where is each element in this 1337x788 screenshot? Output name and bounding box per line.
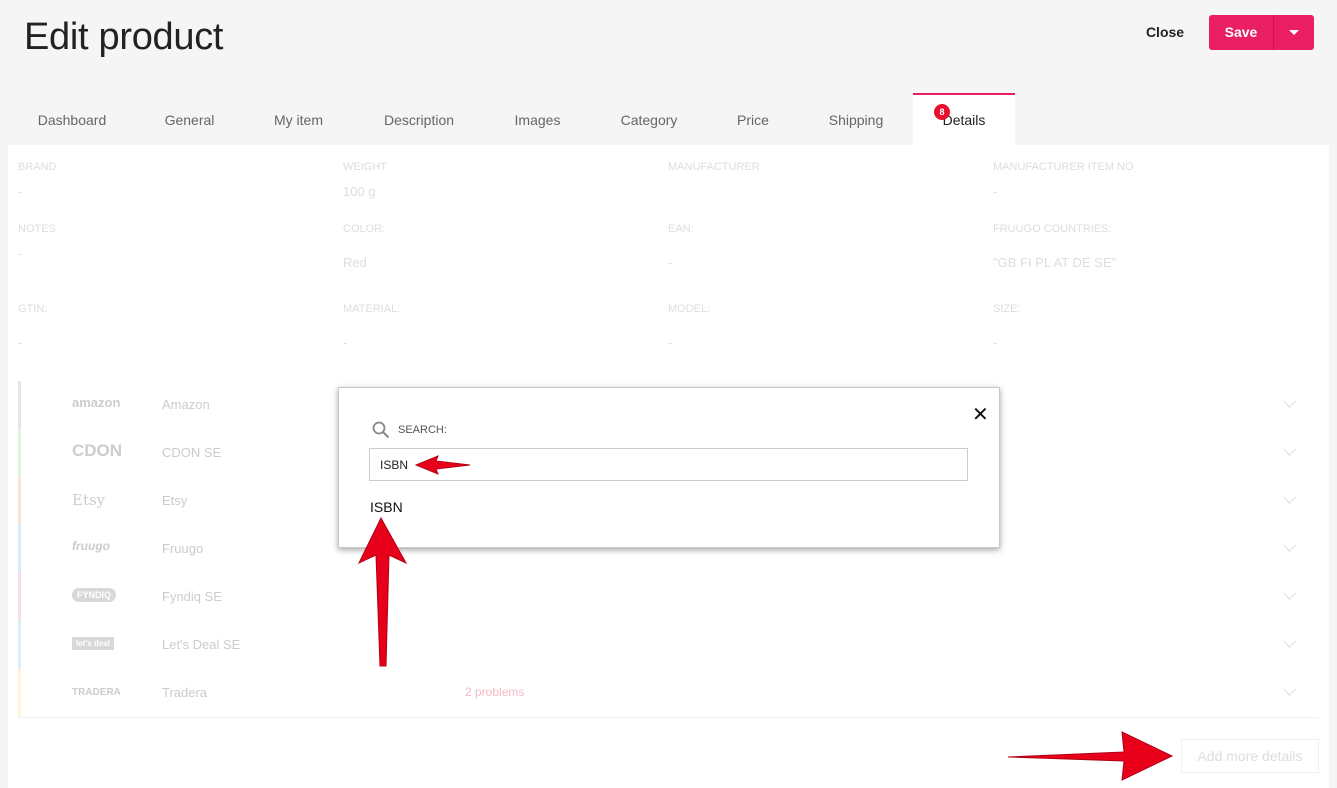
- chevron-down-icon[interactable]: [1283, 683, 1296, 696]
- status-bar: [18, 525, 21, 573]
- field-label: FRUUGO COUNTRIES:: [993, 223, 1112, 235]
- field-weight: WEIGHT 100 g: [343, 161, 643, 199]
- field-label: MANUFACTURER ITEM NO: [993, 161, 1134, 173]
- field-fruugo-countries: FRUUGO COUNTRIES: "GB FI PL AT DE SE": [993, 223, 1293, 270]
- search-icon: [372, 421, 390, 439]
- marketplace-row-tradera[interactable]: TRADERA Tradera 2 problems: [18, 669, 1318, 717]
- letsdeal-logo: let's deal: [72, 637, 114, 650]
- field-label: MODEL:: [668, 303, 711, 315]
- status-bar: [18, 477, 21, 525]
- field-notes: NOTES -: [18, 223, 318, 261]
- close-button[interactable]: Close: [1130, 18, 1200, 46]
- chevron-down-icon[interactable]: [1283, 539, 1296, 552]
- field-value: -: [18, 184, 23, 199]
- close-icon[interactable]: ✕: [972, 405, 989, 425]
- problems-link[interactable]: 2 problems: [465, 685, 524, 699]
- tab-general[interactable]: General: [136, 93, 243, 145]
- search-result-item[interactable]: ISBN: [370, 499, 403, 515]
- field-value: "GB FI PL AT DE SE": [993, 255, 1117, 270]
- field-size: SIZE: -: [993, 303, 1293, 350]
- field-value: -: [668, 335, 673, 350]
- save-button[interactable]: Save: [1209, 15, 1273, 50]
- search-label: SEARCH:: [398, 424, 447, 436]
- field-value: -: [993, 335, 998, 350]
- field-label: COLOR:: [343, 223, 386, 235]
- field-model: MODEL: -: [668, 303, 968, 350]
- field-label: NOTES: [18, 223, 56, 235]
- tab-category[interactable]: Category: [591, 93, 707, 145]
- field-manufacturer-item-no: MANUFACTURER ITEM NO -: [993, 161, 1293, 199]
- status-bar: [18, 621, 21, 669]
- marketplace-name: Let's Deal SE: [162, 637, 241, 652]
- marketplace-name: Etsy: [162, 493, 188, 508]
- marketplace-row-fyndiq[interactable]: FYNDIQ Fyndiq SE: [18, 573, 1318, 621]
- search-label-row: SEARCH:: [372, 421, 447, 439]
- status-bar: [18, 381, 21, 429]
- tab-images[interactable]: Images: [484, 93, 591, 145]
- chevron-down-icon[interactable]: [1283, 443, 1296, 456]
- search-details-modal: ✕ SEARCH: ISBN: [338, 387, 1000, 548]
- add-more-details-button[interactable]: Add more details: [1181, 739, 1319, 773]
- field-label: WEIGHT: [343, 161, 387, 173]
- tab-bar: Dashboard General My item Description Im…: [8, 93, 1015, 145]
- field-value: Red: [343, 255, 367, 270]
- chevron-down-icon[interactable]: [1283, 491, 1296, 504]
- tab-price[interactable]: Price: [707, 93, 799, 145]
- status-bar: [18, 429, 21, 477]
- field-color: COLOR: Red: [343, 223, 643, 270]
- cdon-logo: CDON: [72, 441, 123, 460]
- chevron-down-icon[interactable]: [1283, 395, 1296, 408]
- field-manufacturer: MANUFACTURER: [668, 161, 968, 184]
- field-value: -: [668, 255, 673, 270]
- chevron-down-icon[interactable]: [1283, 635, 1296, 648]
- field-value: -: [18, 246, 23, 261]
- marketplace-name: CDON SE: [162, 445, 222, 460]
- fruugo-logo: fruugo: [72, 539, 110, 553]
- field-label: EAN:: [668, 223, 694, 235]
- chevron-down-icon[interactable]: [1283, 587, 1296, 600]
- caret-down-icon: [1289, 30, 1299, 35]
- tab-details[interactable]: 8 Details: [913, 93, 1015, 145]
- etsy-logo: Etsy: [72, 491, 106, 509]
- tab-shipping[interactable]: Shipping: [799, 93, 913, 145]
- save-button-group: Save: [1209, 15, 1314, 50]
- marketplace-name: Fyndiq SE: [162, 589, 222, 604]
- field-label: MANUFACTURER: [668, 161, 760, 173]
- tab-description[interactable]: Description: [354, 93, 484, 145]
- page-title: Edit product: [24, 16, 224, 58]
- amazon-logo: amazon: [72, 395, 121, 410]
- tab-dashboard[interactable]: Dashboard: [8, 93, 136, 145]
- field-value: -: [993, 184, 998, 199]
- field-value: 100 g: [343, 184, 376, 199]
- field-label: MATERIAL:: [343, 303, 401, 315]
- status-bar: [18, 573, 21, 621]
- tab-my-item[interactable]: My item: [243, 93, 354, 145]
- save-options-button[interactable]: [1274, 15, 1314, 50]
- field-value: -: [18, 335, 23, 350]
- marketplace-row-letsdeal[interactable]: let's deal Let's Deal SE: [18, 621, 1318, 669]
- problem-count-badge: 8: [934, 104, 950, 120]
- status-bar: [18, 669, 21, 717]
- field-ean: EAN: -: [668, 223, 968, 270]
- field-value: -: [343, 335, 348, 350]
- fyndiq-logo: FYNDIQ: [72, 588, 117, 602]
- tradera-logo: TRADERA: [72, 687, 121, 698]
- marketplace-name: Fruugo: [162, 541, 204, 556]
- field-label: BRAND: [18, 161, 57, 173]
- field-material: MATERIAL: -: [343, 303, 643, 350]
- marketplace-name: Tradera: [162, 685, 208, 700]
- search-input[interactable]: [369, 448, 968, 481]
- field-gtin: GTIN: -: [18, 303, 318, 350]
- field-brand: BRAND -: [18, 161, 318, 199]
- field-label: GTIN:: [18, 303, 48, 315]
- marketplace-name: Amazon: [162, 397, 210, 412]
- field-label: SIZE:: [993, 303, 1021, 315]
